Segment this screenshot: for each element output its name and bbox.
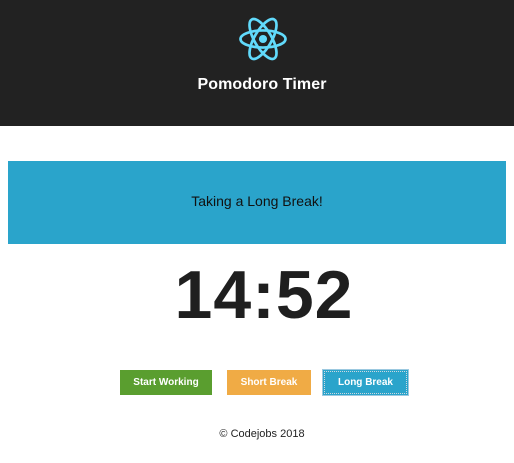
start-working-button[interactable]: Start Working [120,370,212,395]
app-title: Pomodoro Timer [197,76,327,93]
short-break-button[interactable]: Short Break [227,370,311,395]
status-banner: Taking a Long Break! [8,161,506,244]
app-header: Pomodoro Timer [0,0,514,126]
react-atom-icon [239,17,287,61]
long-break-button[interactable]: Long Break [323,370,408,395]
footer-copyright: © Codejobs 2018 [219,428,305,440]
status-message: Taking a Long Break! [191,193,323,209]
timer-display: 14:52 [174,257,354,333]
